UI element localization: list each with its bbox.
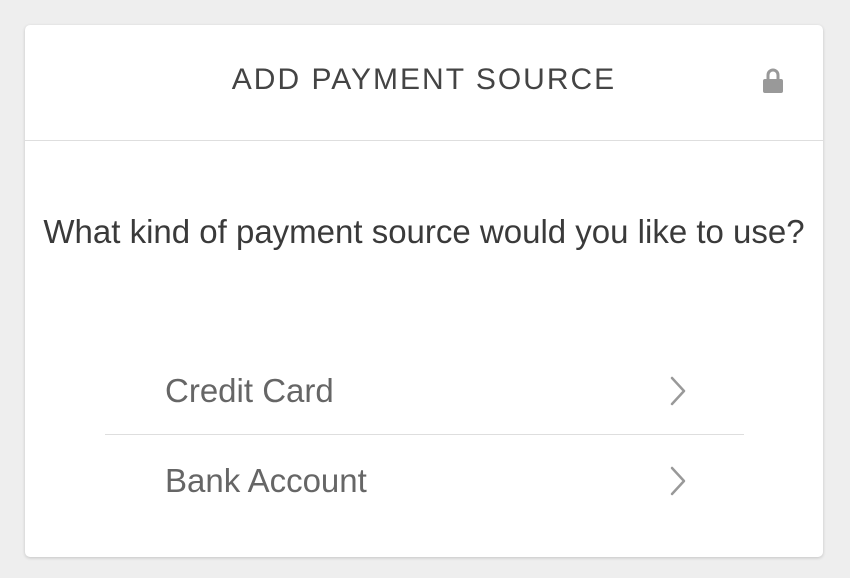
- chevron-right-icon: [670, 376, 686, 406]
- chevron-right-icon: [670, 466, 686, 495]
- option-label: Bank Account: [165, 461, 367, 499]
- modal-title: ADD PAYMENT SOURCE: [231, 63, 617, 96]
- option-credit-card[interactable]: Credit Card: [105, 348, 744, 434]
- option-bank-account[interactable]: Bank Account: [105, 434, 744, 526]
- question-text: What kind of payment source would you li…: [43, 213, 805, 250]
- modal-header: ADD PAYMENT SOURCE: [25, 25, 823, 141]
- payment-options-list: Credit Card Bank Account: [105, 348, 744, 526]
- add-payment-source-modal: ADD PAYMENT SOURCE What kind of payment …: [25, 25, 823, 557]
- lock-icon: [763, 68, 783, 93]
- option-label: Credit Card: [165, 372, 334, 409]
